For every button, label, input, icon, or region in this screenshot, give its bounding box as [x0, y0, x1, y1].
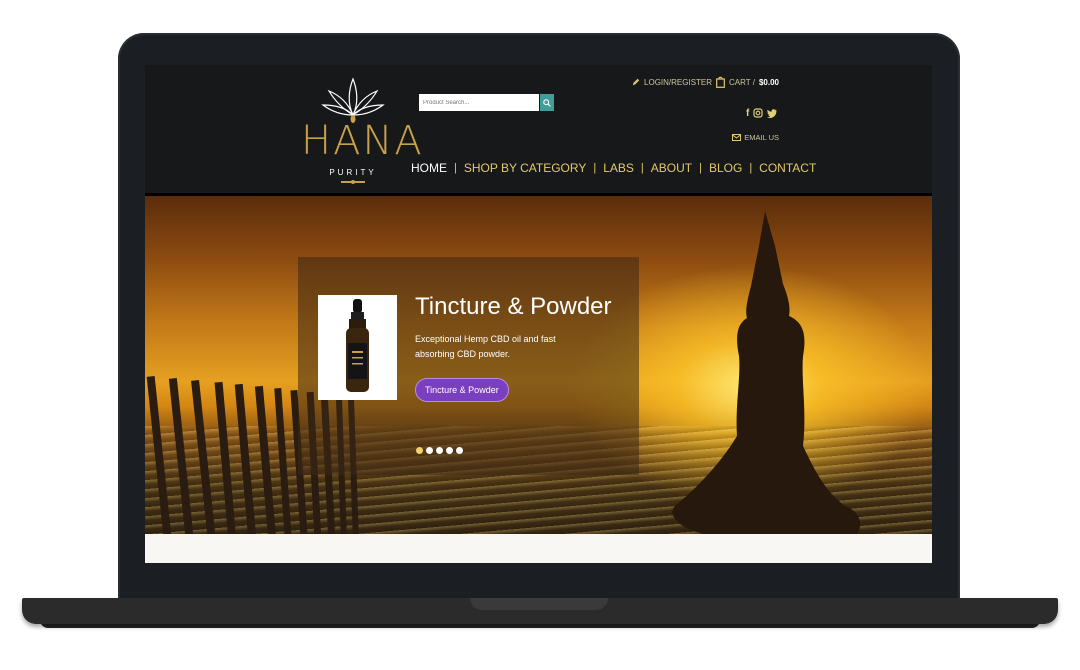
browser-screen: HANA PURITY LOGIN/REGISTER CART / $0.00: [145, 65, 932, 563]
slider-dot[interactable]: [446, 447, 453, 454]
nav-separator: |: [454, 162, 457, 174]
brand-name: HANA: [301, 118, 424, 164]
shopping-bag-icon[interactable]: [716, 76, 725, 88]
search-button[interactable]: [540, 94, 554, 111]
nav-labs[interactable]: LABS: [603, 161, 634, 175]
slider-dots: [416, 447, 463, 454]
slide-cta-button[interactable]: Tincture & Powder: [415, 378, 509, 402]
slider-dot[interactable]: [416, 447, 423, 454]
search-icon: [543, 98, 551, 107]
content-area: [145, 534, 932, 563]
product-search: [419, 94, 554, 111]
email-us-label: EMAIL US: [744, 133, 779, 142]
facebook-icon[interactable]: f: [746, 108, 749, 119]
nav-contact[interactable]: CONTACT: [759, 161, 816, 175]
nav-separator: |: [640, 162, 644, 174]
nav-separator: |: [749, 162, 753, 174]
nav-about[interactable]: ABOUT: [651, 161, 692, 175]
instagram-icon[interactable]: [753, 108, 763, 118]
login-register-link[interactable]: LOGIN/REGISTER: [644, 78, 712, 87]
nav-separator: |: [699, 162, 702, 174]
slider-dot[interactable]: [436, 447, 443, 454]
nav-shop-by-category[interactable]: SHOP BY CATEGORY: [464, 161, 586, 175]
laptop-notch: [470, 598, 608, 610]
nav-home[interactable]: HOME: [411, 161, 447, 175]
slide-description: Exceptional Hemp CBD oil and fast absorb…: [415, 334, 556, 359]
slide-caption-box: Tincture & Powder Exceptional Hemp CBD o…: [298, 257, 639, 475]
twitter-icon[interactable]: [767, 108, 777, 118]
pencil-icon: [632, 78, 640, 86]
yoga-silhouette-image: [672, 211, 861, 534]
search-input[interactable]: [419, 94, 539, 111]
cart-total[interactable]: $0.00: [759, 78, 779, 87]
slide-title: Tincture & Powder: [415, 293, 612, 320]
account-links: LOGIN/REGISTER CART / $0.00: [632, 76, 779, 88]
main-navigation: HOME | SHOP BY CATEGORY | LABS | ABOUT |…: [411, 161, 816, 175]
social-links: f: [746, 108, 777, 119]
email-us-link[interactable]: EMAIL US: [732, 133, 779, 142]
brand-tagline: PURITY: [329, 168, 377, 177]
nav-blog[interactable]: BLOG: [709, 161, 742, 175]
product-thumbnail[interactable]: [318, 295, 397, 400]
slider-dot[interactable]: [426, 447, 433, 454]
site-header: HANA PURITY LOGIN/REGISTER CART / $0.00: [145, 65, 932, 196]
envelope-icon: [732, 134, 742, 141]
hero-slider[interactable]: Tincture & Powder Exceptional Hemp CBD o…: [145, 196, 932, 534]
nav-separator: |: [593, 162, 597, 174]
cart-link[interactable]: CART /: [729, 78, 755, 87]
slider-dot[interactable]: [456, 447, 463, 454]
tincture-bottle-image: [346, 299, 369, 392]
